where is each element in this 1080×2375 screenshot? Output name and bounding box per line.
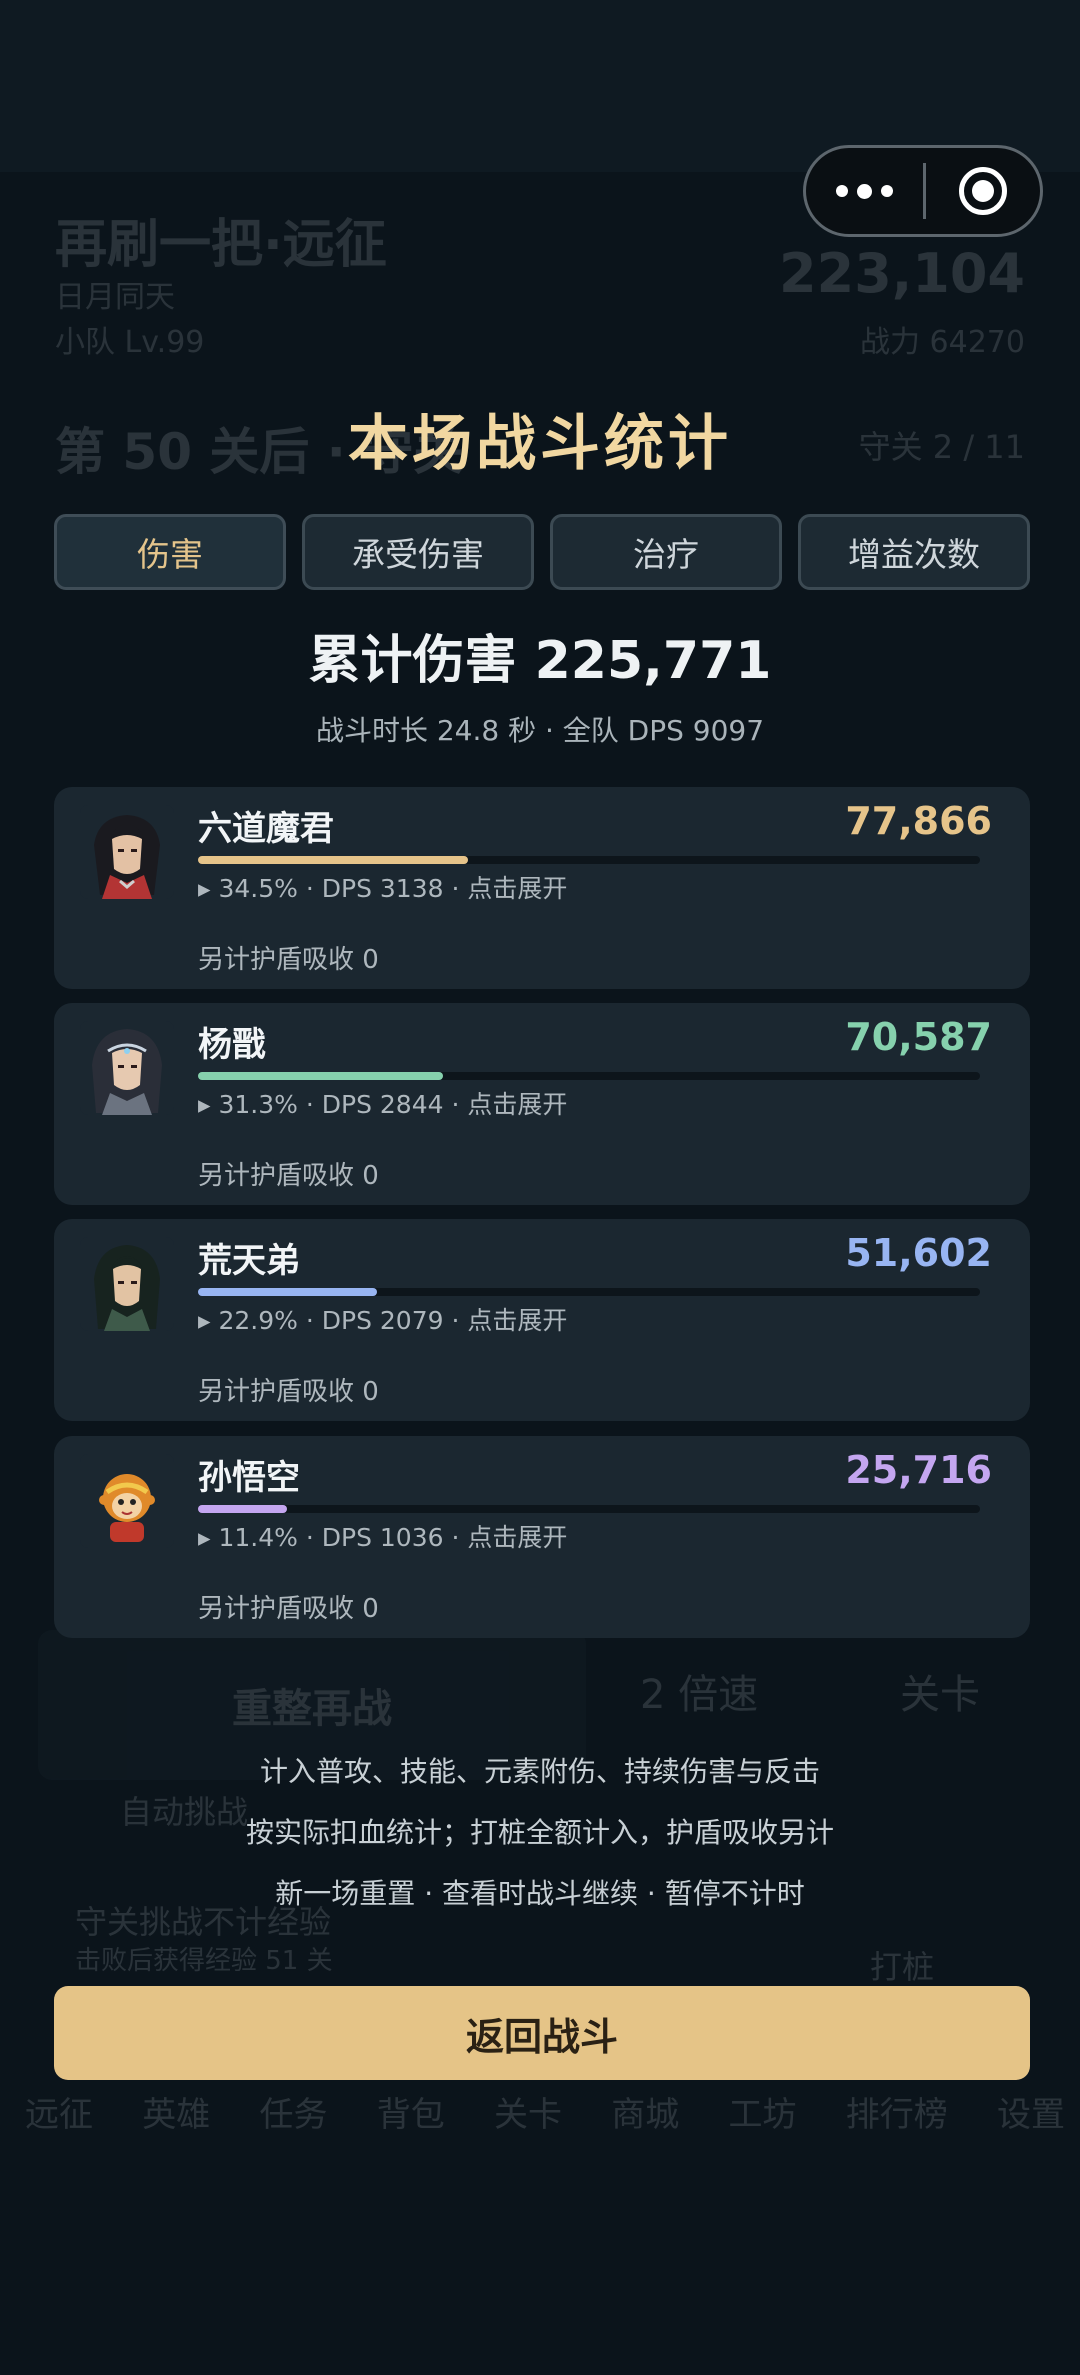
bg-nav-item: 工坊 (728, 2095, 797, 2135)
miniprogram-capsule (803, 145, 1043, 237)
damage-share-bar (198, 1288, 980, 1296)
hero-shield-absorb: 另计护盾吸收 0 (198, 1161, 379, 1191)
damage-share-fill (198, 1288, 377, 1296)
damage-share-bar (198, 1072, 980, 1080)
bg-power-label: 战力 64270 (860, 325, 1025, 360)
bg-level-button: 关卡 (900, 1672, 980, 1718)
bg-title: 再刷一把·远征 (55, 215, 387, 275)
hero-card-huangtiandi[interactable]: 荒天弟 51,602 ▸ 22.9% · DPS 2079 · 点击展开 另计护… (54, 1219, 1030, 1421)
bg-nav-item: 关卡 (494, 2095, 562, 2135)
yang-jian-portrait (80, 1021, 174, 1115)
hero-name: 六道魔君 (198, 809, 334, 849)
hero-name: 杨戬 (198, 1025, 266, 1065)
damage-share-bar (198, 1505, 980, 1513)
hero-card-yangjian[interactable]: 杨戬 70,587 ▸ 31.3% · DPS 2844 · 点击展开 另计护盾… (54, 1003, 1030, 1205)
bg-nav-item: 任务 (259, 2095, 328, 2135)
hero-shield-absorb: 另计护盾吸收 0 (198, 1594, 379, 1624)
hero-shield-absorb: 另计护盾吸收 0 (198, 1377, 379, 1407)
hero-stats-line: ▸ 11.4% · DPS 1036 · 点击展开 (198, 1523, 568, 1552)
bg-nav-item: 远征 (25, 2095, 93, 2135)
damage-share-fill (198, 1072, 443, 1080)
monkey-king-portrait (80, 1454, 174, 1548)
bg-speed-button: 2 倍速 (640, 1672, 759, 1718)
bg-nav-item: 英雄 (142, 2095, 211, 2135)
tab-damage[interactable]: 伤害 (54, 514, 286, 590)
hero-stats-line: ▸ 22.9% · DPS 2079 · 点击展开 (198, 1306, 568, 1335)
bg-team-level: 小队 Lv.99 (55, 325, 205, 360)
hero-shield-absorb: 另计护盾吸收 0 (198, 945, 379, 975)
huang-tian-di-portrait (80, 1237, 174, 1331)
note-line: 计入普攻、技能、元素附伤、持续伤害与反击 (259, 1755, 820, 1788)
tab-healing[interactable]: 治疗 (550, 514, 782, 590)
hero-name: 荒天弟 (198, 1241, 300, 1281)
hero-damage-value: 25,716 (845, 1448, 992, 1492)
dark-lord-portrait (80, 805, 174, 899)
close-miniprogram-icon[interactable] (926, 148, 1040, 234)
hero-card-liudao[interactable]: 六道魔君 77,866 ▸ 34.5% · DPS 3138 · 点击展开 另计… (54, 787, 1030, 989)
hero-damage-value: 51,602 (845, 1231, 992, 1275)
bg-nav-item: 商城 (611, 2095, 680, 2135)
hero-name: 孙悟空 (198, 1458, 300, 1498)
hero-damage-value: 70,587 (845, 1015, 992, 1059)
note-line: 新一场重置 · 查看时战斗继续 · 暂停不计时 (275, 1877, 805, 1910)
damage-share-fill (198, 856, 468, 864)
stats-notes: 计入普攻、技能、元素附伤、持续伤害与反击 按实际扣血统计；打桩全额计入，护盾吸收… (0, 1752, 1080, 1935)
bg-nav-item: 排行榜 (845, 2095, 948, 2135)
total-damage: 累计伤害 225,771 (308, 631, 772, 691)
bg-boss-button: 打桩 (870, 1948, 935, 1986)
hero-damage-value: 77,866 (845, 799, 992, 843)
panel-title: 本场战斗统计 (348, 409, 732, 479)
more-menu-icon[interactable] (806, 148, 923, 234)
hero-stats-line: ▸ 34.5% · DPS 3138 · 点击展开 (198, 874, 568, 903)
stats-tabs: 伤害 承受伤害 治疗 增益次数 (54, 514, 1030, 590)
bg-nav-item: 设置 (997, 2095, 1065, 2135)
hero-stats-line: ▸ 31.3% · DPS 2844 · 点击展开 (198, 1090, 568, 1119)
battle-duration: 战斗时长 24.8 秒 · 全队 DPS 9097 (315, 714, 765, 747)
bg-bottom-nav: 远征 英雄 任务 背包 关卡 商城 工坊 排行榜 设置 (25, 2087, 1065, 2136)
tab-damage-taken[interactable]: 承受伤害 (302, 514, 534, 590)
bg-guard-detail: 击败后获得经验 51 关 (75, 1946, 333, 1976)
bg-power-value: 223,104 (779, 242, 1025, 305)
note-line: 按实际扣血统计；打桩全额计入，护盾吸收另计 (245, 1816, 834, 1849)
bg-subtitle: 日月同天 (55, 280, 175, 315)
tab-buff-count[interactable]: 增益次数 (798, 514, 1030, 590)
damage-share-fill (198, 1505, 287, 1513)
hero-card-sunwukong[interactable]: 孙悟空 25,716 ▸ 11.4% · DPS 1036 · 点击展开 另计护… (54, 1436, 1030, 1638)
return-to-battle-button[interactable]: 返回战斗 (54, 1986, 1030, 2080)
bg-nav-item: 背包 (376, 2095, 445, 2135)
damage-share-bar (198, 856, 980, 864)
